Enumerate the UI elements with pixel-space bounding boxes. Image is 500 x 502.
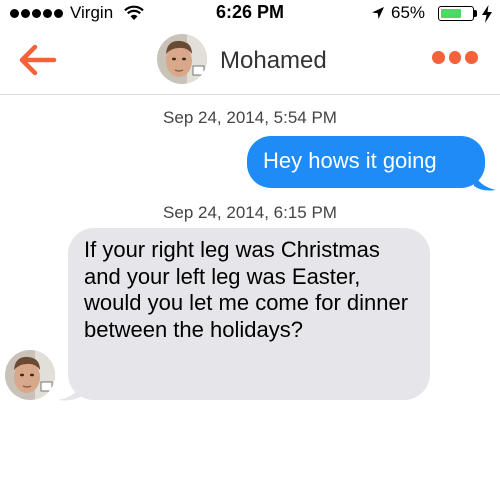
message-timestamp: Sep 24, 2014, 6:15 PM — [163, 203, 337, 222]
location-arrow-icon — [372, 7, 384, 19]
battery-level — [441, 9, 461, 18]
status-bar: Virgin 6:26 PM 65% — [0, 0, 500, 28]
battery-icon — [438, 6, 474, 21]
charging-bolt-icon — [482, 5, 492, 23]
battery-percent: 65% — [391, 3, 426, 22]
outgoing-message-bubble[interactable]: Hey hows it going — [247, 136, 485, 188]
sender-avatar[interactable] — [5, 350, 55, 400]
incoming-bubble-tail — [58, 382, 82, 401]
avatar-photo-icon — [157, 34, 207, 84]
back-arrow-icon[interactable] — [18, 42, 58, 78]
incoming-message-bubble[interactable]: If your right leg was Christmas and your… — [68, 228, 430, 400]
battery-nub — [474, 10, 477, 17]
avatar-photo-icon — [5, 350, 55, 400]
contact-name: Mohamed — [220, 47, 327, 74]
message-timestamp: Sep 24, 2014, 5:54 PM — [163, 108, 337, 127]
nav-bar: Mohamed — [0, 28, 500, 95]
contact-avatar[interactable] — [157, 34, 207, 84]
more-dots-icon[interactable] — [432, 51, 479, 67]
outgoing-bubble-tail — [474, 172, 496, 191]
